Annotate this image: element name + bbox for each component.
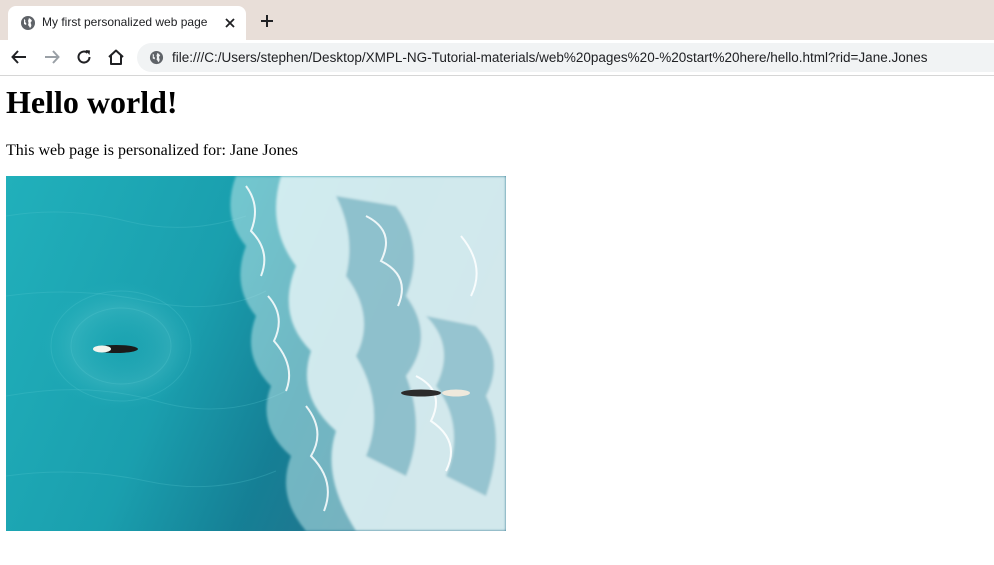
globe-icon — [21, 16, 35, 30]
forward-arrow-icon[interactable] — [43, 48, 61, 66]
person-name: Jane Jones — [229, 142, 298, 159]
ocean-photo-image — [6, 176, 506, 531]
surfer-left — [93, 345, 138, 353]
page-content: Hello world! This web page is personaliz… — [0, 76, 994, 565]
close-icon[interactable] — [222, 15, 238, 31]
tab-strip: My first personalized web page — [0, 0, 994, 40]
url-text[interactable]: file:///C:/Users/stephen/Desktop/XMPL-NG… — [172, 50, 927, 65]
address-bar[interactable]: file:///C:/Users/stephen/Desktop/XMPL-NG… — [137, 43, 994, 72]
tab-active[interactable]: My first personalized web page — [8, 6, 246, 40]
browser-toolbar: file:///C:/Users/stephen/Desktop/XMPL-NG… — [0, 40, 994, 76]
plus-icon[interactable] — [259, 13, 275, 29]
page-heading: Hello world! — [6, 84, 178, 120]
personalization-line: This web page is personalized for: Jane … — [6, 142, 298, 160]
globe-icon — [149, 50, 164, 65]
intro-label: This web page is personalized for: — [6, 142, 226, 159]
home-icon[interactable] — [107, 48, 125, 66]
reload-icon[interactable] — [75, 48, 93, 66]
surf-photo — [6, 176, 506, 531]
back-arrow-icon[interactable] — [10, 48, 28, 66]
tab-title: My first personalized web page — [42, 15, 208, 29]
